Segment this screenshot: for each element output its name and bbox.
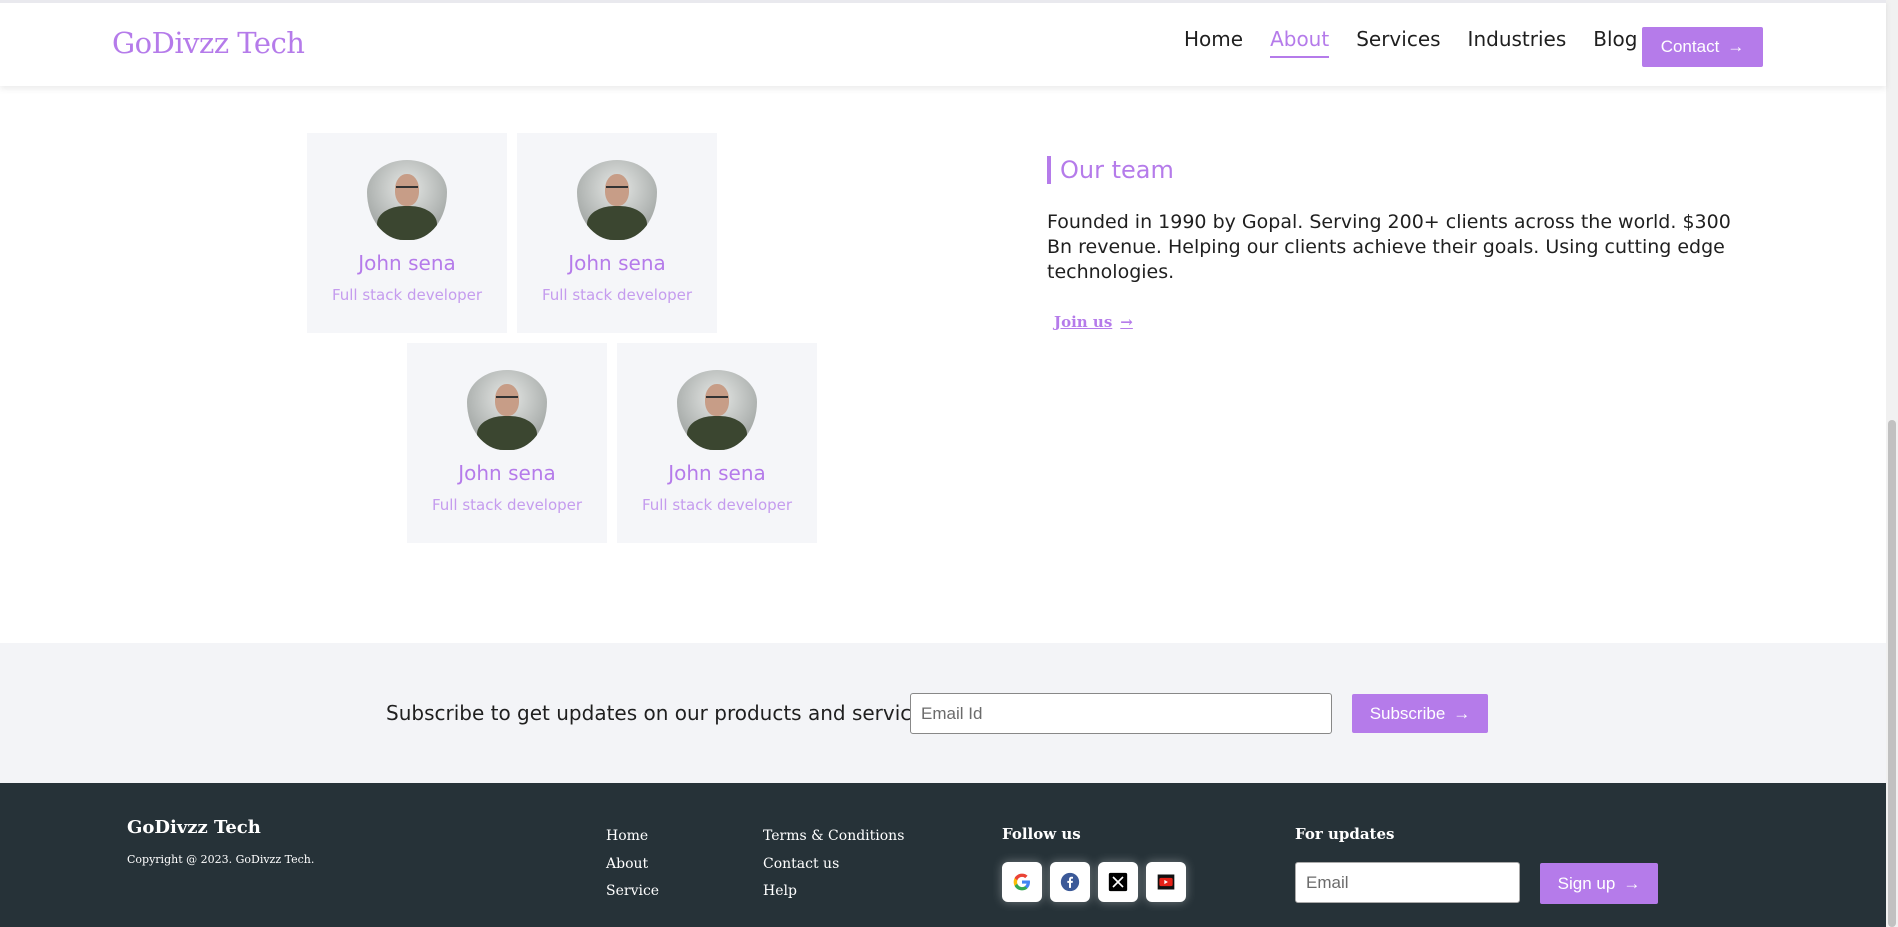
footer-link-service[interactable]: Service	[606, 878, 659, 906]
facebook-icon[interactable]	[1050, 862, 1090, 902]
nav-about[interactable]: About	[1270, 27, 1330, 58]
team-member-role: Full stack developer	[331, 286, 483, 304]
team-member-name: John sena	[358, 251, 456, 275]
nav-services[interactable]: Services	[1356, 27, 1440, 58]
team-member-name: John sena	[668, 461, 766, 485]
team-member-role: Full stack developer	[541, 286, 693, 304]
footer-brand: GoDivzz Tech	[127, 817, 261, 838]
scrollbar-thumb[interactable]	[1888, 420, 1896, 927]
sign-up-button-label: Sign up	[1557, 873, 1616, 893]
contact-button[interactable]: Contact →	[1642, 27, 1763, 67]
subscribe-text: Subscribe to get updates on our products…	[386, 701, 937, 725]
footer-link-about[interactable]: About	[606, 851, 659, 879]
avatar	[367, 160, 447, 240]
footer-link-contact[interactable]: Contact us	[763, 851, 904, 879]
section-title: Our team	[1060, 156, 1174, 184]
footer-link-terms[interactable]: Terms & Conditions	[763, 823, 904, 851]
footer-copyright: Copyright @ 2023. GoDivzz Tech.	[127, 853, 315, 866]
footer-links-col2: Terms & Conditions Contact us Help	[763, 823, 904, 906]
arrow-right-icon: →	[1623, 873, 1641, 893]
avatar	[577, 160, 657, 240]
site-logo[interactable]: GoDivzz Tech	[112, 26, 305, 60]
follow-us-heading: Follow us	[1002, 825, 1081, 843]
footer-link-help[interactable]: Help	[763, 878, 904, 906]
avatar	[467, 370, 547, 450]
arrow-right-icon: →	[1120, 313, 1133, 331]
footer-email-input[interactable]	[1295, 862, 1520, 903]
google-icon[interactable]	[1002, 862, 1042, 902]
for-updates-heading: For updates	[1295, 825, 1395, 843]
nav-industries[interactable]: Industries	[1468, 27, 1567, 58]
site-footer: GoDivzz Tech Copyright @ 2023. GoDivzz T…	[0, 783, 1886, 927]
page-scrollbar[interactable]	[1886, 0, 1898, 927]
join-us-label: Join us	[1054, 313, 1113, 331]
main-nav: Home About Services Industries Blog	[1184, 27, 1637, 58]
subscribe-email-input[interactable]	[910, 693, 1332, 734]
join-us-link[interactable]: Join us →	[1054, 313, 1133, 331]
subscribe-button[interactable]: Subscribe →	[1352, 694, 1488, 733]
arrow-right-icon: →	[1453, 703, 1471, 723]
footer-links-col1: Home About Service	[606, 823, 659, 906]
team-card: John sena Full stack developer	[407, 343, 607, 543]
subscribe-button-label: Subscribe	[1369, 703, 1446, 723]
team-card: John sena Full stack developer	[307, 133, 507, 333]
team-card: John sena Full stack developer	[617, 343, 817, 543]
avatar	[677, 370, 757, 450]
footer-link-home[interactable]: Home	[606, 823, 659, 851]
youtube-icon[interactable]	[1146, 862, 1186, 902]
sign-up-button[interactable]: Sign up →	[1540, 863, 1658, 904]
section-accent-bar	[1047, 156, 1051, 184]
nav-home[interactable]: Home	[1184, 27, 1243, 58]
arrow-right-icon: →	[1727, 37, 1745, 56]
section-description: Founded in 1990 by Gopal. Serving 200+ c…	[1047, 211, 1731, 283]
contact-button-label: Contact	[1660, 37, 1720, 56]
team-card: John sena Full stack developer	[517, 133, 717, 333]
team-member-role: Full stack developer	[641, 496, 793, 514]
team-member-name: John sena	[568, 251, 666, 275]
subscribe-band: Subscribe to get updates on our products…	[0, 643, 1886, 783]
site-header: GoDivzz Tech Home About Services Industr…	[0, 0, 1886, 86]
team-member-role: Full stack developer	[431, 496, 583, 514]
x-icon[interactable]	[1098, 862, 1138, 902]
team-member-name: John sena	[458, 461, 556, 485]
nav-blog[interactable]: Blog	[1593, 27, 1637, 58]
social-links	[1002, 862, 1186, 902]
